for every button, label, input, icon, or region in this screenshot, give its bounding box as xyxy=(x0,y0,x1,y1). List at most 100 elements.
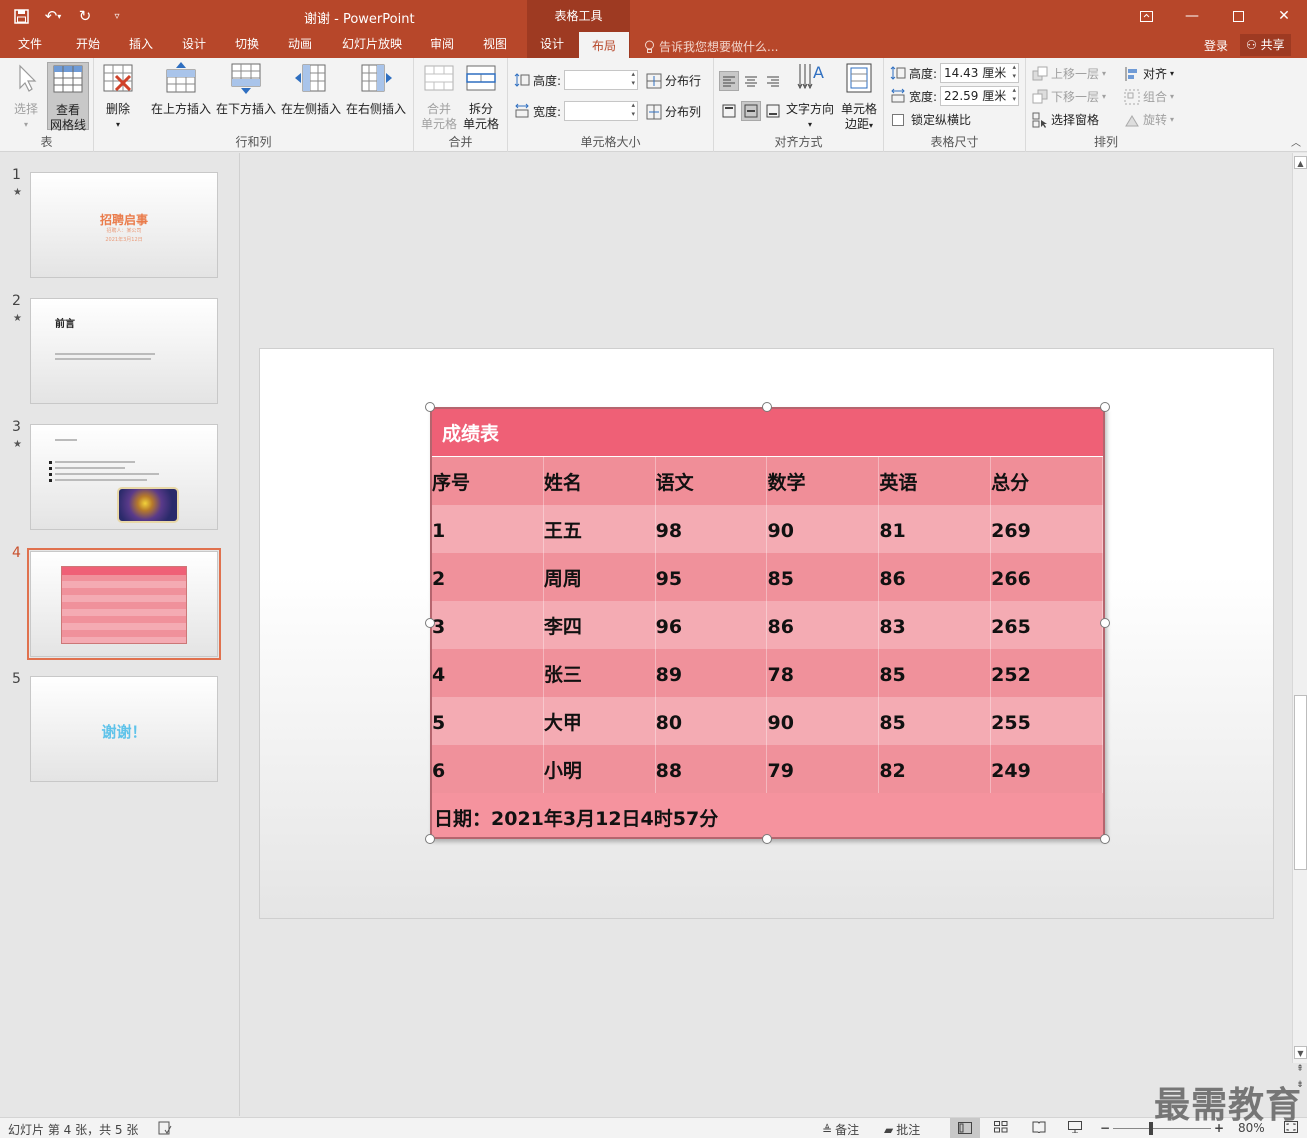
tab-home[interactable]: 开始 xyxy=(64,32,112,58)
table-footer-cell[interactable]: 日期：2021年3月12日4时57分 xyxy=(432,793,1103,837)
scroll-down-icon[interactable]: ▼ xyxy=(1294,1046,1307,1059)
vertical-scrollbar[interactable]: ▲ ▼ xyxy=(1292,153,1307,1063)
bring-forward-button[interactable]: 上移一层 ▾ xyxy=(1032,65,1106,82)
table-header-cell[interactable]: 总分 xyxy=(991,457,1103,505)
tab-view[interactable]: 视图 xyxy=(471,32,519,58)
comments-button[interactable]: ▰ 批注 xyxy=(884,1121,920,1138)
tab-slideshow[interactable]: 幻灯片放映 xyxy=(334,32,410,58)
table-cell[interactable]: 张三 xyxy=(544,649,656,697)
save-icon[interactable] xyxy=(8,4,34,28)
slide-thumbnail-3[interactable] xyxy=(30,424,218,530)
align-bottom-icon[interactable] xyxy=(763,101,783,121)
table-cell[interactable]: 90 xyxy=(767,505,880,553)
select-button[interactable]: 选择 ▾ xyxy=(8,62,44,132)
table-cell[interactable]: 95 xyxy=(656,553,768,601)
align-top-icon[interactable] xyxy=(719,101,739,121)
cell-height-input[interactable] xyxy=(564,70,639,90)
table-cell[interactable]: 6 xyxy=(432,745,544,793)
insert-above-button[interactable]: 在上方插入 xyxy=(150,62,212,117)
slide-thumbnail-4[interactable] xyxy=(30,551,218,657)
redo-icon[interactable]: ↻ xyxy=(72,4,98,28)
table-width-input[interactable]: 22.59 厘米 xyxy=(940,86,1020,106)
table-header-cell[interactable]: 姓名 xyxy=(544,457,656,505)
rotate-button[interactable]: 旋转 ▾ xyxy=(1124,111,1174,128)
scroll-up-icon[interactable]: ▲ xyxy=(1294,156,1307,169)
merge-cells-button[interactable]: 合并 单元格 xyxy=(420,62,458,132)
table-cell[interactable]: 90 xyxy=(767,697,880,745)
insert-left-button[interactable]: 在左侧插入 xyxy=(280,62,342,117)
table-title[interactable]: 成绩表 xyxy=(432,409,1103,457)
table-cell[interactable]: 小明 xyxy=(544,745,656,793)
undo-icon[interactable]: ↶ ▾ xyxy=(40,4,66,28)
distribute-rows-button[interactable]: 分布行 xyxy=(646,72,701,89)
zoom-slider-knob[interactable] xyxy=(1149,1122,1153,1135)
lock-aspect-checkbox[interactable] xyxy=(892,113,904,126)
resize-handle-bottom-right[interactable] xyxy=(1100,834,1110,844)
slide-sorter-icon[interactable] xyxy=(994,1121,1008,1136)
resize-handle-top-right[interactable] xyxy=(1100,402,1110,412)
table-cell[interactable]: 83 xyxy=(879,601,992,649)
table-cell[interactable]: 79 xyxy=(767,745,880,793)
minimize-icon[interactable]: — xyxy=(1169,0,1215,32)
cell-margins-button[interactable]: 单元格 边距▾ xyxy=(838,62,880,133)
table-cell[interactable]: 王五 xyxy=(544,505,656,553)
spellcheck-icon[interactable] xyxy=(158,1121,172,1138)
text-direction-button[interactable]: A 文字方向 ▾ xyxy=(784,62,836,132)
align-middle-icon[interactable] xyxy=(741,101,761,121)
table-cell[interactable]: 周周 xyxy=(544,553,656,601)
zoom-slider[interactable] xyxy=(1113,1128,1211,1129)
resize-handle-bottom[interactable] xyxy=(762,834,772,844)
insert-right-button[interactable]: 在右侧插入 xyxy=(345,62,407,117)
table-cell[interactable]: 李四 xyxy=(544,601,656,649)
resize-handle-top[interactable] xyxy=(762,402,772,412)
table-cell[interactable]: 85 xyxy=(879,697,992,745)
tab-animations[interactable]: 动画 xyxy=(276,32,324,58)
align-center-icon[interactable] xyxy=(741,71,761,91)
table-cell[interactable]: 3 xyxy=(432,601,544,649)
score-table[interactable]: 成绩表 序号 姓名 语文 数学 英语 总分 1 王五 98 90 81 269 … xyxy=(430,407,1105,839)
resize-handle-bottom-left[interactable] xyxy=(425,834,435,844)
previous-slide-icon[interactable]: ⇞ xyxy=(1293,1064,1307,1074)
align-left-icon[interactable] xyxy=(719,71,739,91)
tab-design[interactable]: 设计 xyxy=(170,32,218,58)
tab-insert[interactable]: 插入 xyxy=(117,32,165,58)
cell-width-input[interactable] xyxy=(564,101,639,121)
table-header-cell[interactable]: 数学 xyxy=(767,457,880,505)
slide-thumbnail-5[interactable]: 谢谢！ xyxy=(30,676,218,782)
collapse-ribbon-icon[interactable]: ︿ xyxy=(1291,134,1301,149)
resize-handle-left[interactable] xyxy=(425,618,435,628)
table-cell[interactable]: 89 xyxy=(656,649,768,697)
table-cell[interactable]: 86 xyxy=(879,553,992,601)
table-header-cell[interactable]: 序号 xyxy=(432,457,544,505)
table-cell[interactable]: 269 xyxy=(991,505,1103,553)
group-objects-button[interactable]: 组合 ▾ xyxy=(1124,88,1174,105)
tab-table-layout[interactable]: 布局 xyxy=(579,32,629,58)
view-gridlines-button[interactable]: 查看 网格线 xyxy=(47,62,89,132)
table-cell[interactable]: 249 xyxy=(991,745,1103,793)
table-cell[interactable]: 1 xyxy=(432,505,544,553)
table-cell[interactable]: 82 xyxy=(879,745,992,793)
maximize-icon[interactable] xyxy=(1215,0,1261,32)
table-header-cell[interactable]: 英语 xyxy=(879,457,992,505)
table-cell[interactable]: 265 xyxy=(991,601,1103,649)
table-cell[interactable]: 98 xyxy=(656,505,768,553)
table-cell[interactable]: 252 xyxy=(991,649,1103,697)
table-cell[interactable]: 88 xyxy=(656,745,768,793)
insert-below-button[interactable]: 在下方插入 xyxy=(215,62,277,117)
resize-handle-right[interactable] xyxy=(1100,618,1110,628)
split-cells-button[interactable]: 拆分 单元格 xyxy=(462,62,500,132)
table-header-cell[interactable]: 语文 xyxy=(656,457,768,505)
distribute-columns-button[interactable]: 分布列 xyxy=(646,103,701,120)
reading-view-icon[interactable] xyxy=(1032,1121,1046,1136)
login-link[interactable]: 登录 xyxy=(1204,37,1228,54)
share-button[interactable]: ⚇ 共享 xyxy=(1240,34,1291,56)
table-cell[interactable]: 2 xyxy=(432,553,544,601)
table-cell[interactable]: 266 xyxy=(991,553,1103,601)
zoom-out-icon[interactable]: − xyxy=(1100,1121,1110,1135)
selection-pane-button[interactable]: 选择窗格 xyxy=(1032,111,1099,128)
slideshow-view-icon[interactable] xyxy=(1068,1121,1082,1136)
table-cell[interactable]: 96 xyxy=(656,601,768,649)
table-cell[interactable]: 4 xyxy=(432,649,544,697)
table-cell[interactable]: 5 xyxy=(432,697,544,745)
table-cell[interactable]: 81 xyxy=(879,505,992,553)
